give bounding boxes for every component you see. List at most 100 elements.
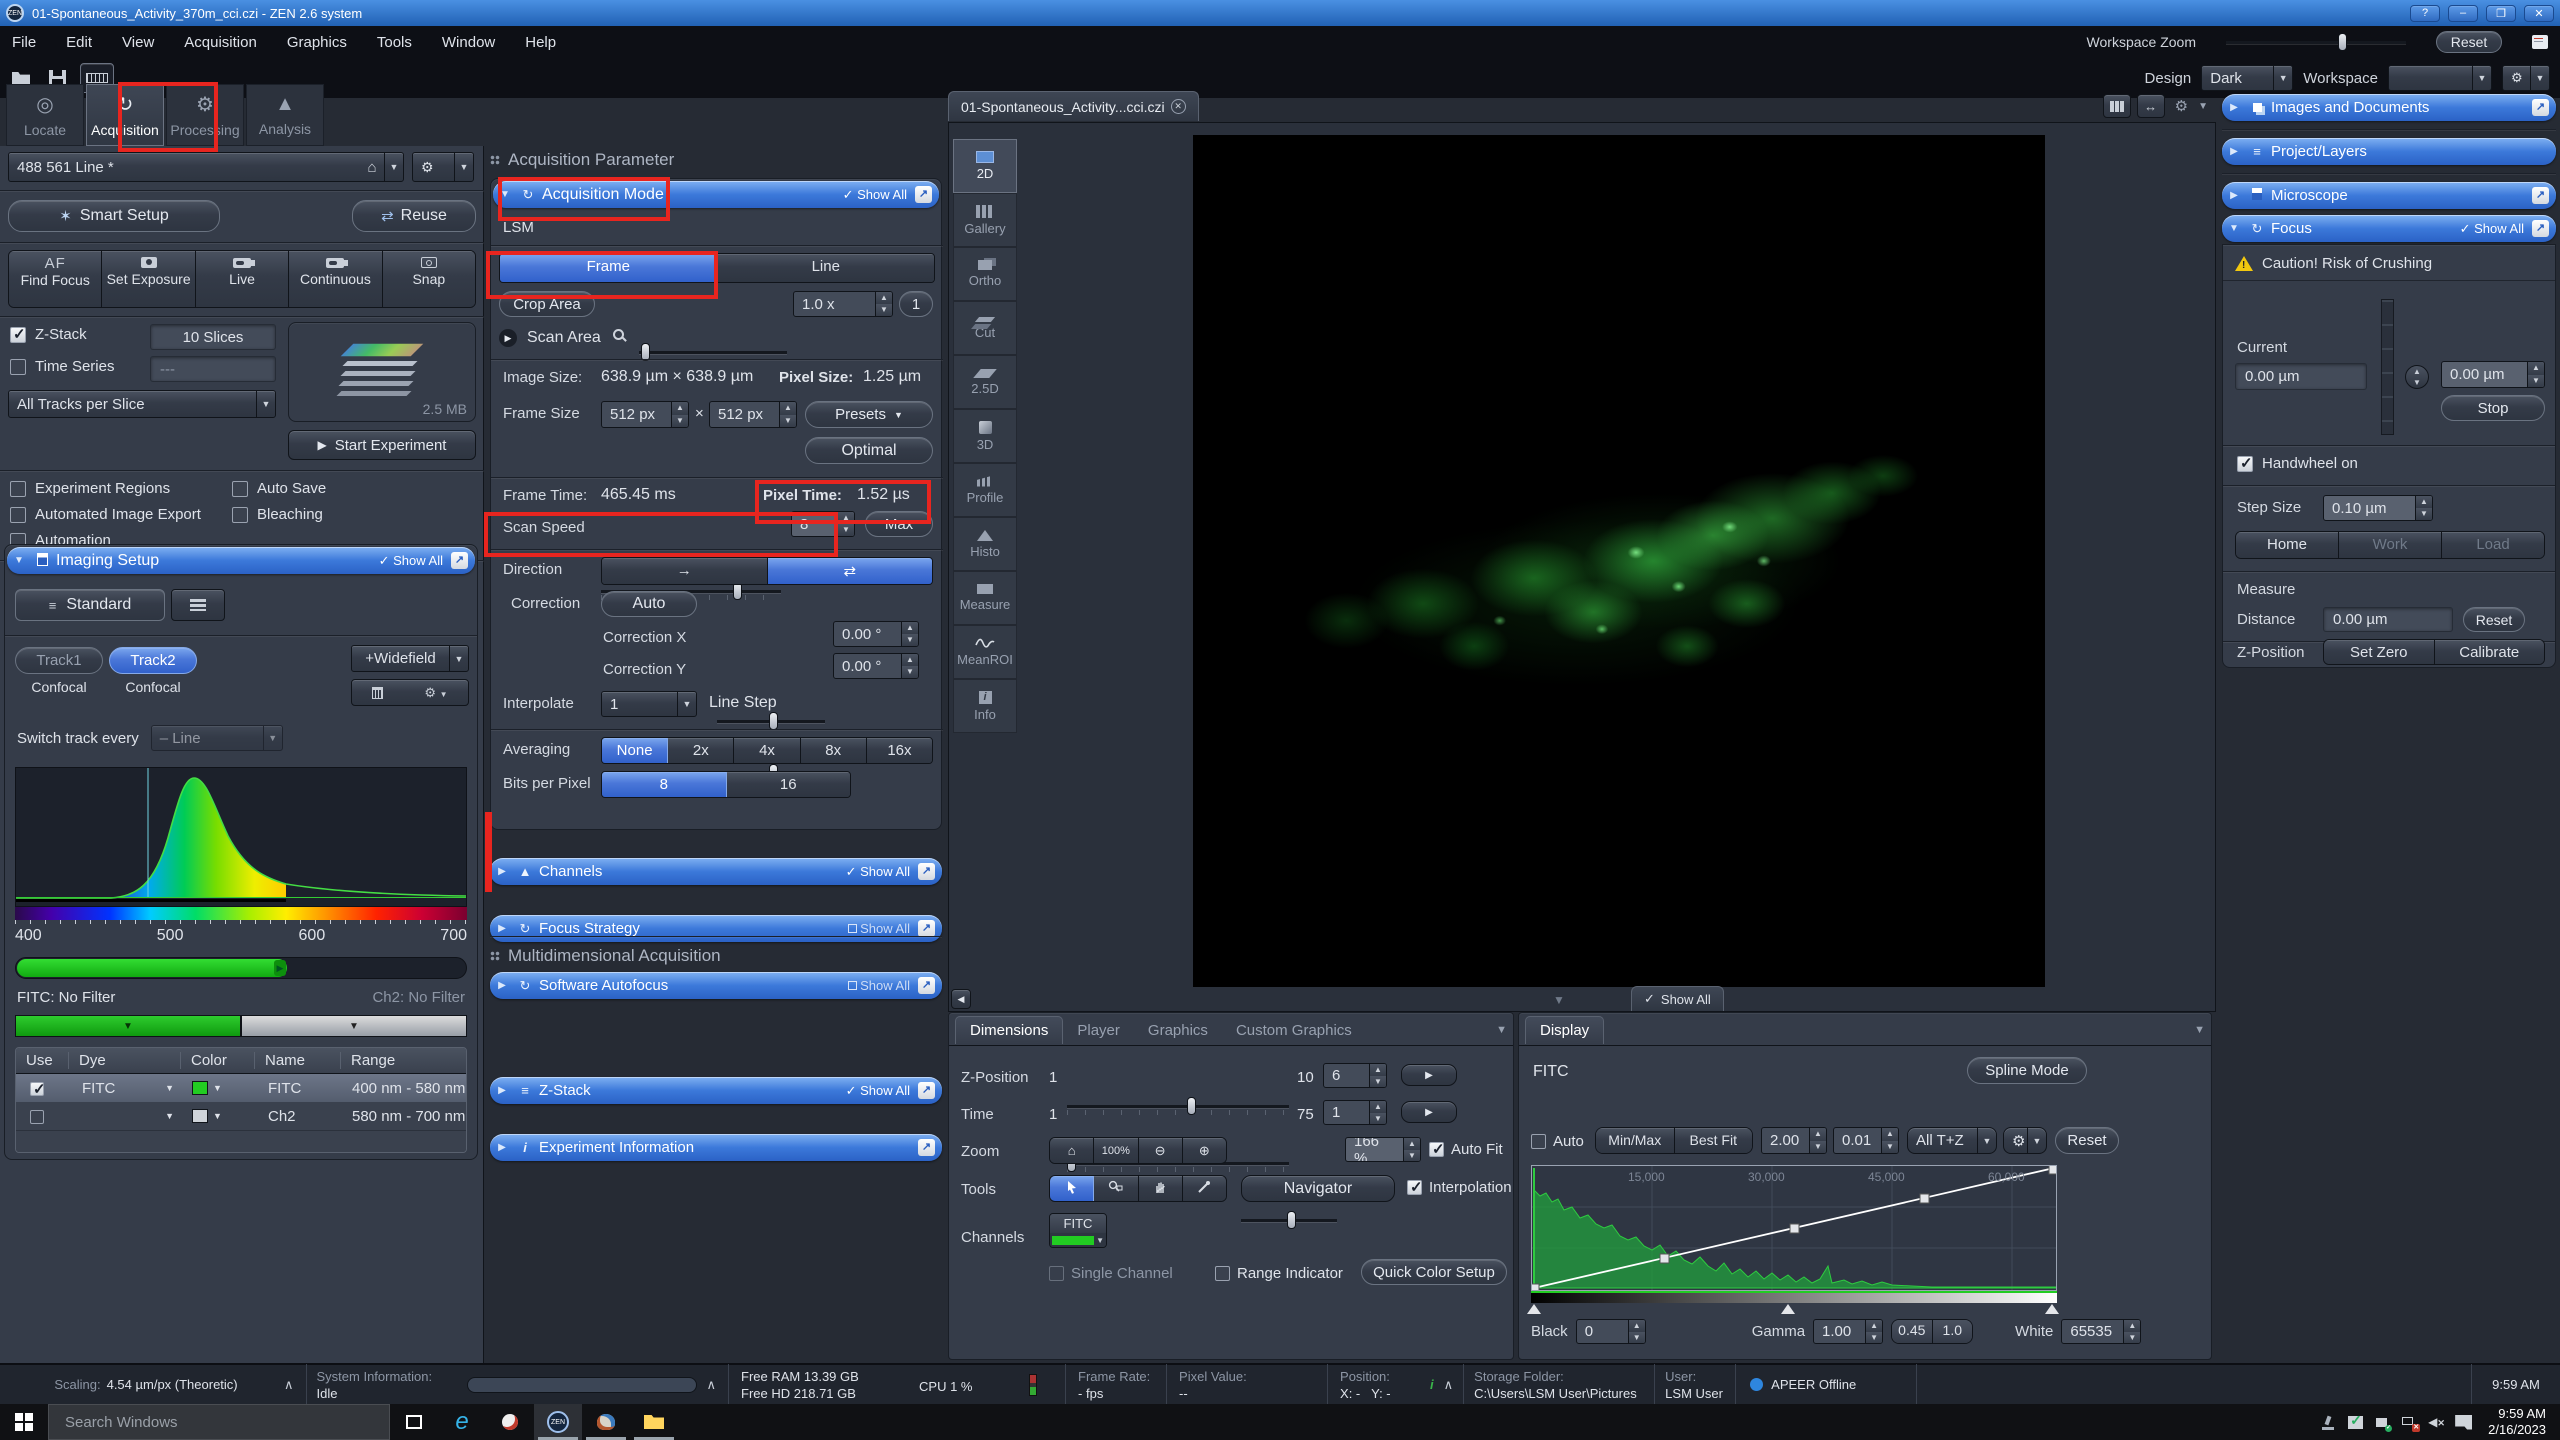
set-exposure-button[interactable]: Set Exposure — [102, 251, 195, 307]
taskbar-ie-button[interactable]: e — [438, 1404, 486, 1440]
black-value[interactable]: 0▲▼ — [1576, 1319, 1646, 1344]
tab-display[interactable]: Display — [1525, 1016, 1604, 1044]
display-auto-checkbox[interactable] — [1531, 1134, 1546, 1149]
tray-usb-icon[interactable]: ✓ — [2374, 1415, 2391, 1430]
undock-icon[interactable]: ↗ — [918, 863, 935, 880]
undock-icon[interactable]: ↗ — [2532, 220, 2549, 237]
viewer-settings-gear-icon[interactable]: ⚙ — [2175, 97, 2188, 115]
tray-check-icon[interactable]: ✓ — [2347, 1415, 2364, 1430]
tab-analysis[interactable]: ▲Analysis — [246, 84, 324, 146]
workspace-zoom-reset-button[interactable]: Reset — [2436, 31, 2502, 53]
collapse-icon[interactable]: ▼ — [7, 555, 31, 566]
layout-grid-icon[interactable] — [2103, 94, 2131, 118]
view-gallery[interactable]: Gallery — [953, 193, 1017, 247]
tab-acquisition[interactable]: ↻Acquisition — [86, 84, 164, 146]
spectrum-chart[interactable] — [15, 767, 467, 907]
calibrate-button[interactable]: Calibrate — [2435, 640, 2545, 664]
averaging-8x-button[interactable]: 8x — [801, 738, 867, 763]
pan-tool-button[interactable] — [1139, 1176, 1183, 1201]
set-zero-button[interactable]: Set Zero — [2324, 640, 2435, 664]
zstack-section-bar[interactable]: ▶≡Z-Stack✓ Show All↗ — [490, 1077, 942, 1104]
bidirectional-button[interactable]: ⇄ — [768, 558, 933, 584]
auto-fit-checkbox[interactable] — [1429, 1142, 1444, 1157]
correction-y-value[interactable]: 0.00 °▲▼ — [833, 653, 919, 679]
z-play-button[interactable]: ▶ — [1401, 1064, 1457, 1086]
split-view-icon[interactable]: ↔ — [2137, 94, 2165, 118]
experiment-options-button[interactable]: ⚙▼ — [412, 152, 474, 182]
zoom-in-button[interactable]: ⊕ — [1183, 1138, 1226, 1163]
close-document-icon[interactable]: ✕ — [1171, 99, 1186, 114]
optimal-button[interactable]: Optimal — [805, 437, 933, 464]
action-center-icon[interactable] — [2455, 1415, 2472, 1430]
best-fit-high-value[interactable]: 0.01▲▼ — [1833, 1127, 1899, 1154]
track-gear-icon[interactable]: ⚙ ▼ — [424, 685, 447, 701]
best-fit-button[interactable]: Best Fit — [1675, 1128, 1753, 1153]
start-experiment-button[interactable]: ▶Start Experiment — [288, 430, 476, 460]
experiment-regions-checkbox[interactable] — [10, 481, 26, 497]
collapse-icon[interactable]: ▼ — [493, 189, 517, 200]
imaging-setup-header[interactable]: ▼ Imaging Setup ✓ Show All ↗ — [7, 547, 475, 574]
collapse-up-icon[interactable]: ∧ — [1444, 1377, 1454, 1393]
taskbar-explorer-button[interactable] — [630, 1404, 678, 1440]
all-tz-select[interactable]: All T+Z▼ — [1907, 1127, 1997, 1154]
undock-icon[interactable]: ↗ — [918, 1139, 935, 1156]
crop-area-button[interactable]: Crop Area — [499, 291, 595, 317]
menu-window[interactable]: Window — [442, 34, 495, 51]
focus-vertical-slider[interactable] — [2381, 299, 2394, 435]
line-mode-button[interactable]: Line — [718, 254, 935, 282]
continuous-button[interactable]: Continuous — [289, 251, 382, 307]
correction-x-value[interactable]: 0.00 °▲▼ — [833, 621, 919, 647]
smart-setup-button[interactable]: ✶Smart Setup — [8, 200, 220, 232]
ch2-channel-bar[interactable]: ▼ — [241, 1015, 467, 1037]
viewer-dropdown-icon[interactable]: ▼ — [2198, 101, 2208, 112]
snap-button[interactable]: Snap — [383, 251, 475, 307]
tab-custom-graphics[interactable]: Custom Graphics — [1222, 1017, 1366, 1044]
viewer-show-all-tab[interactable]: ✓ Show All — [1631, 986, 1724, 1011]
histogram-curve-area[interactable]: 15,000 30,000 45,000 60,000 — [1531, 1165, 2057, 1291]
interpolate-select[interactable]: 1▼ — [601, 691, 697, 717]
dye-dropdown-icon[interactable]: ▼ — [165, 1083, 174, 1093]
focus-strategy-show-all[interactable]: Show All — [848, 921, 910, 936]
nudge-spinner[interactable]: ▲▼ — [2405, 365, 2429, 389]
track1-button[interactable]: Track1 — [15, 647, 103, 674]
help-button[interactable]: ? — [2410, 5, 2440, 22]
frame-height-input[interactable]: 512 px▲▼ — [709, 401, 797, 428]
view-3d[interactable]: 3D — [953, 409, 1017, 463]
time-series-checkbox[interactable] — [10, 359, 26, 375]
view-meanroi[interactable]: MeanROI — [953, 625, 1017, 679]
acquisition-mode-header[interactable]: ▼ ↻ Acquisition Mode ✓ Show All ↗ — [493, 181, 939, 208]
view-25d[interactable]: 2.5D — [953, 355, 1017, 409]
time-play-button[interactable]: ▶ — [1401, 1101, 1457, 1123]
fitc-use-checkbox[interactable] — [30, 1082, 44, 1096]
images-documents-bar[interactable]: ▶Images and Documents↗ — [2222, 94, 2556, 121]
menu-file[interactable]: File — [12, 34, 36, 51]
zoom-fit-button[interactable]: ⌂ — [1050, 1138, 1094, 1163]
min-max-button[interactable]: Min/Max — [1596, 1128, 1675, 1153]
tab-player[interactable]: Player — [1063, 1017, 1134, 1044]
collapse-up-icon[interactable]: ∧ — [707, 1377, 717, 1393]
cursor-tool-button[interactable] — [1050, 1176, 1094, 1201]
white-point-marker[interactable] — [2045, 1304, 2059, 1314]
workspace-zoom-slider[interactable] — [2226, 32, 2406, 52]
time-value[interactable]: 1▲▼ — [1323, 1100, 1387, 1125]
switch-track-select[interactable]: – Line▼ — [151, 725, 283, 751]
zoom-value[interactable]: 166 %▲▼ — [1345, 1137, 1421, 1162]
panel-dropdown-icon[interactable]: ▼ — [2194, 1024, 2205, 1036]
menu-tools[interactable]: Tools — [377, 34, 412, 51]
zstack-show-all[interactable]: ✓ Show All — [846, 1083, 910, 1099]
collapse-up-icon[interactable]: ∧ — [284, 1377, 294, 1393]
menu-edit[interactable]: Edit — [66, 34, 92, 51]
target-position-input[interactable]: 0.00 µm▲▼ — [2441, 361, 2545, 388]
scan-speed-max-button[interactable]: Max — [865, 511, 933, 537]
tab-dimensions[interactable]: Dimensions — [955, 1016, 1063, 1044]
menu-help[interactable]: Help — [525, 34, 556, 51]
scan-speed-value[interactable]: 8▲▼ — [791, 511, 855, 537]
tray-microscope-icon[interactable] — [2320, 1415, 2337, 1430]
scan-zoom-value[interactable]: 1.0 x▲▼ — [793, 291, 893, 317]
taskbar-paint-button[interactable] — [582, 1404, 630, 1440]
focus-strategy-section-bar[interactable]: ▶↻Focus StrategyShow All↗ — [490, 915, 942, 942]
white-value[interactable]: 65535▲▼ — [2061, 1319, 2141, 1344]
acquisition-mode-show-all[interactable]: ✓ Show All — [843, 187, 907, 203]
tray-volume-muted-icon[interactable]: ◀✕ — [2428, 1415, 2445, 1430]
bits-8-button[interactable]: 8 — [602, 772, 727, 797]
